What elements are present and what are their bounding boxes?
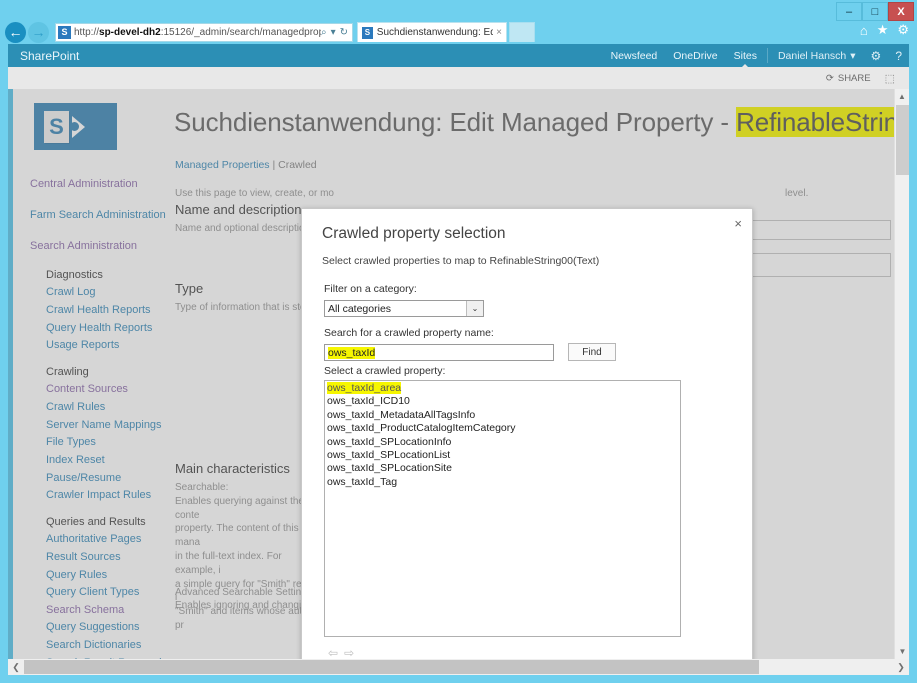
next-page-icon[interactable]: ⇨ (344, 646, 354, 659)
address-bar[interactable]: S http://sp-devel-dh2:15126/_admin/searc… (55, 23, 353, 42)
category-filter-value: All categories (328, 303, 391, 315)
chevron-down-icon: ▾ (850, 50, 855, 62)
focus-on-content-icon[interactable]: ⬚ (885, 72, 895, 85)
url-prefix: http:// (74, 27, 99, 38)
browser-tab[interactable]: S Suchdienstanwendung: Edi... × (357, 22, 507, 42)
suite-bar-right: Newsfeed OneDrive Sites Daniel Hansch ▾ … (603, 44, 909, 67)
back-icon[interactable]: ← (5, 22, 26, 43)
list-item[interactable]: ows_taxId_MetadataAllTagsInfo (325, 409, 680, 422)
favorites-icon[interactable]: ★ (877, 22, 889, 38)
select-property-label: Select a crawled property: (324, 365, 445, 377)
vertical-scroll-thumb[interactable] (896, 105, 909, 175)
forward-icon[interactable]: → (28, 22, 49, 43)
scroll-left-icon[interactable]: ❮ (8, 662, 24, 673)
url-host: sp-devel-dh2 (99, 27, 161, 38)
scroll-right-icon[interactable]: ❯ (893, 662, 909, 673)
find-button[interactable]: Find (568, 343, 616, 361)
list-item[interactable]: ows_taxId_ICD10 (325, 395, 680, 408)
sharepoint-brand[interactable]: SharePoint (20, 49, 79, 63)
list-item[interactable]: ows_taxId_ProductCatalogItemCategory (325, 422, 680, 435)
browser-settings-icon[interactable]: ⚙ (897, 22, 909, 38)
list-item-label: ows_taxId_area (327, 382, 401, 394)
address-bar-icons: ⌕ ▾ ↻ (321, 27, 350, 38)
list-item[interactable]: ows_taxId_SPLocationList (325, 449, 680, 462)
url-rest: :15126/_admin/search/managedproperty.asp… (161, 27, 321, 38)
page-viewport: SharePoint Newsfeed OneDrive Sites Danie… (8, 44, 909, 659)
window-controls: – □ X (836, 2, 914, 21)
share-button[interactable]: ⟳ SHARE (826, 73, 871, 84)
suite-link-sites[interactable]: Sites (726, 44, 765, 67)
page-body: S Central Administration Farm Search Adm… (8, 89, 909, 659)
help-icon[interactable]: ? (888, 49, 909, 63)
suite-link-onedrive[interactable]: OneDrive (665, 44, 725, 67)
browser-toolbar-icons: ⌂ ★ ⚙ (860, 22, 909, 38)
suite-link-newsfeed[interactable]: Newsfeed (603, 44, 666, 67)
dialog-title: Crawled property selection (322, 225, 506, 243)
list-item[interactable]: ows_taxId_Tag (325, 476, 680, 489)
search-property-label: Search for a crawled property name: (324, 327, 494, 339)
minimize-button[interactable]: – (836, 2, 862, 21)
new-tab-button[interactable] (509, 22, 535, 42)
tab-title: Suchdienstanwendung: Edi... (377, 27, 493, 38)
site-favicon-icon: S (58, 26, 71, 39)
crawled-property-listbox[interactable]: ows_taxId_area ows_taxId_ICD10 ows_taxId… (324, 380, 681, 637)
tab-favicon-icon: S (362, 27, 373, 39)
category-filter-label: Filter on a category: (324, 283, 417, 295)
refresh-icon[interactable]: ↻ (340, 27, 348, 38)
search-property-input[interactable]: ows_taxId (324, 344, 554, 361)
crawled-property-selection-dialog: × Crawled property selection Select craw… (301, 208, 753, 659)
dialog-close-icon[interactable]: × (734, 216, 742, 231)
chevron-down-icon[interactable]: ▾ (331, 27, 336, 38)
browser-window: – □ X ← → S http://sp-devel-dh2:15126/_a… (0, 0, 917, 683)
list-item[interactable]: ows_taxId_area (325, 382, 680, 395)
search-property-value: ows_taxId (328, 347, 375, 359)
gear-icon[interactable]: ⚙ (864, 49, 889, 63)
maximize-button[interactable]: □ (862, 2, 888, 21)
horizontal-scroll-thumb[interactable] (24, 660, 759, 674)
list-item[interactable]: ows_taxId_SPLocationInfo (325, 436, 680, 449)
user-name: Daniel Hansch (778, 50, 846, 62)
horizontal-scrollbar[interactable]: ❮ ❯ (8, 659, 909, 675)
suite-bar-divider (767, 48, 768, 63)
address-bar-url: http://sp-devel-dh2:15126/_admin/search/… (74, 27, 321, 38)
tab-close-icon[interactable]: × (496, 27, 502, 38)
list-item[interactable]: ows_taxId_SPLocationSite (325, 462, 680, 475)
scroll-down-icon[interactable]: ▼ (895, 644, 909, 659)
vertical-scrollbar[interactable]: ▲ ▼ (894, 89, 909, 659)
user-menu[interactable]: Daniel Hansch ▾ (770, 50, 864, 62)
list-pager: ⇦ ⇨ (328, 646, 354, 659)
suite-bar: SharePoint Newsfeed OneDrive Sites Danie… (8, 44, 909, 67)
home-icon[interactable]: ⌂ (860, 23, 868, 38)
ribbon-bar: ⟳ SHARE ⬚ (8, 67, 909, 89)
dialog-subtitle: Select crawled properties to map to Refi… (322, 255, 599, 267)
chevron-down-icon: ⌄ (466, 301, 483, 316)
previous-page-icon[interactable]: ⇦ (328, 646, 338, 659)
category-filter-select[interactable]: All categories ⌄ (324, 300, 484, 317)
browser-nav-row: ← → S http://sp-devel-dh2:15126/_admin/s… (0, 20, 917, 44)
share-label: SHARE (838, 73, 871, 84)
browser-chrome: – □ X ← → S http://sp-devel-dh2:15126/_a… (0, 0, 917, 44)
horizontal-scroll-track[interactable] (24, 659, 893, 675)
search-icon[interactable]: ⌕ (321, 27, 327, 38)
scroll-up-icon[interactable]: ▲ (895, 89, 909, 104)
close-button[interactable]: X (888, 2, 914, 21)
share-icon: ⟳ (826, 73, 834, 84)
